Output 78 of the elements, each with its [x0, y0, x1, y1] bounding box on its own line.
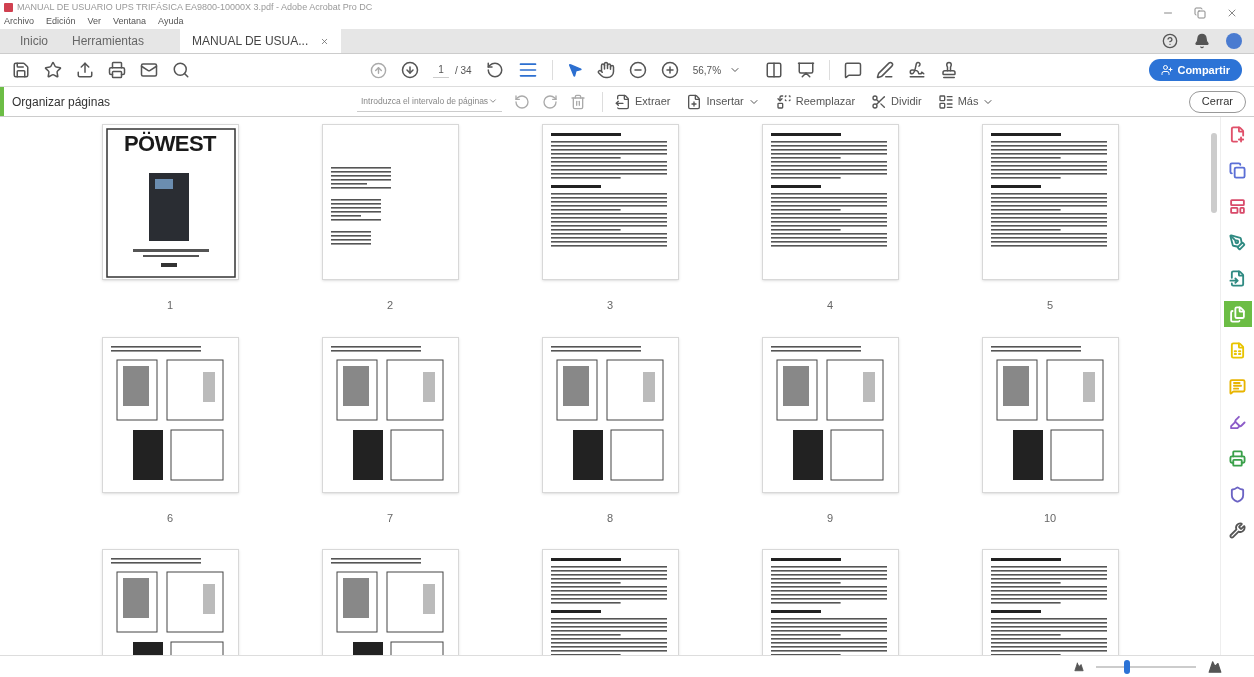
- avatar[interactable]: [1226, 33, 1242, 49]
- tab[interactable]: Herramientas: [60, 29, 157, 53]
- page-thumbnail[interactable]: [761, 124, 899, 280]
- user-plus-icon: [1161, 64, 1174, 76]
- search-icon[interactable]: [172, 61, 190, 79]
- page-thumbnail[interactable]: [541, 336, 679, 493]
- zoom-slider-thumb[interactable]: [1124, 659, 1131, 674]
- page-number-field[interactable]: 1: [433, 62, 449, 78]
- zoom-dropdown[interactable]: 56,7%: [692, 62, 751, 78]
- star-icon[interactable]: [44, 61, 62, 79]
- page-number: 8: [606, 510, 614, 526]
- zoom-in-icon[interactable]: [660, 61, 679, 79]
- page-thumbnail[interactable]: [981, 336, 1119, 493]
- page-number: 3: [606, 298, 614, 313]
- printer-icon[interactable]: [108, 61, 126, 79]
- organize-action[interactable]: Reemplazar: [775, 93, 856, 110]
- page-total: / 34: [455, 63, 472, 78]
- page-number: 4: [826, 298, 834, 313]
- page-number: 5: [1046, 298, 1054, 313]
- lines-icon[interactable]: [517, 60, 538, 80]
- scrollbar-thumb[interactable]: [1211, 133, 1217, 213]
- arrow-down-icon[interactable]: [401, 61, 419, 79]
- large-mountain-icon: [1208, 659, 1222, 674]
- mail-icon[interactable]: [140, 61, 158, 79]
- page-thumbnail[interactable]: PÖWEST: [101, 124, 239, 280]
- tab[interactable]: Inicio: [8, 29, 60, 53]
- page-number: 10: [1043, 510, 1057, 526]
- insert-page-icon: [686, 93, 703, 110]
- pen-icon[interactable]: [875, 61, 894, 79]
- zoom-slider[interactable]: [1096, 659, 1196, 674]
- page-thumbnail[interactable]: [101, 336, 239, 493]
- close-icon[interactable]: [320, 36, 330, 46]
- menu-item[interactable]: Archivo: [4, 14, 34, 29]
- organize-action[interactable]: Más: [937, 93, 995, 110]
- comment-icon[interactable]: [843, 61, 862, 79]
- page-number: 2: [386, 298, 394, 313]
- stamp-icon[interactable]: [939, 61, 958, 79]
- signature-icon[interactable]: [907, 61, 926, 79]
- menu-item[interactable]: Ayuda: [158, 14, 184, 29]
- organize-action[interactable]: Extraer: [615, 93, 671, 110]
- save-icon[interactable]: [12, 61, 30, 79]
- menu-item[interactable]: Ver: [87, 14, 102, 29]
- zoom-out-icon[interactable]: [628, 61, 647, 79]
- page-number: 1: [166, 298, 174, 313]
- app-icon: [4, 2, 13, 12]
- pointer-icon[interactable]: [566, 62, 583, 78]
- bell-icon[interactable]: [1194, 33, 1210, 49]
- page-thumbnail[interactable]: [761, 336, 899, 493]
- pages-icon: [1229, 305, 1246, 323]
- cover-logo: PÖWEST: [122, 133, 218, 155]
- window-title: MANUAL DE USUARIO UPS TRIFÁSICA EA9800-10000X 3.pdf - Adobe Acrobat Pro DC: [17, 2, 373, 12]
- organize-title: Organizar páginas: [12, 93, 112, 111]
- hand-icon[interactable]: [596, 61, 615, 79]
- replace-page-icon: [775, 93, 792, 110]
- menu-item[interactable]: Edición: [46, 14, 76, 29]
- page-number: 7: [386, 510, 394, 526]
- page-number: 9: [826, 510, 834, 526]
- tab[interactable]: MANUAL DE USUA...: [180, 29, 342, 53]
- list-icon: [937, 93, 954, 110]
- page-layout-icon[interactable]: [764, 61, 783, 79]
- page-range-field[interactable]: Introduzca el intervalo de páginas: [357, 91, 502, 112]
- share-button[interactable]: Compartir: [1149, 59, 1242, 81]
- help-icon[interactable]: [1162, 33, 1178, 49]
- page-thumbnail[interactable]: [321, 124, 459, 280]
- small-mountain-icon: [1074, 661, 1084, 672]
- page-thumbnail[interactable]: [541, 124, 679, 280]
- extract-page-icon: [615, 93, 631, 110]
- close-icon[interactable]: [1226, 7, 1238, 19]
- menu-item[interactable]: Ventana: [113, 14, 147, 29]
- rotate-icon[interactable]: [485, 61, 504, 79]
- organize-action[interactable]: Dividir: [871, 93, 922, 110]
- organize-action[interactable]: Insertar: [686, 93, 760, 110]
- presentation-icon[interactable]: [796, 61, 815, 79]
- scissors-icon: [871, 93, 888, 110]
- page-thumbnail[interactable]: [981, 124, 1119, 280]
- page-number: 6: [166, 510, 174, 526]
- upload-icon[interactable]: [76, 61, 94, 79]
- page-thumbnail[interactable]: [321, 336, 459, 493]
